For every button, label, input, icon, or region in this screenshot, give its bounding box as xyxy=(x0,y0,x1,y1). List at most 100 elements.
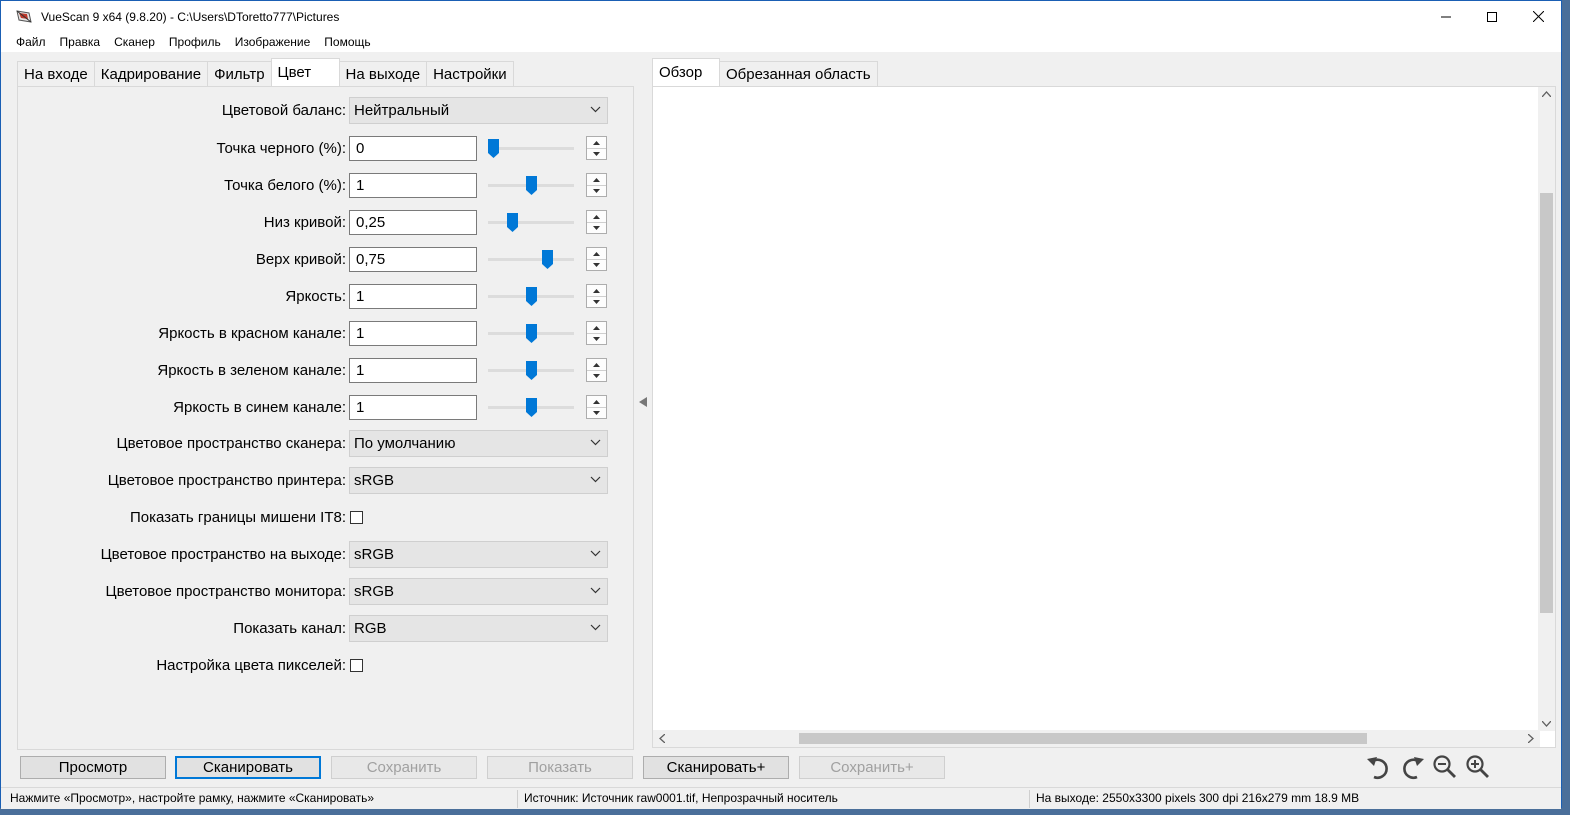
rotate-left-icon[interactable] xyxy=(1364,753,1392,781)
curve-high-spinner[interactable] xyxy=(586,247,607,271)
slider-thumb[interactable] xyxy=(526,361,537,380)
tab-input[interactable]: На входе xyxy=(17,61,95,86)
white-point-slider[interactable] xyxy=(488,172,574,199)
menu-image[interactable]: Изображение xyxy=(228,35,318,49)
collapse-left-icon[interactable] xyxy=(639,397,648,407)
color-balance-select[interactable]: Нейтральный xyxy=(349,97,608,124)
minimize-button[interactable] xyxy=(1423,1,1469,32)
settings-tabs: На входе Кадрирование Фильтр Цвет На вых… xyxy=(17,58,514,86)
tab-crop[interactable]: Кадрирование xyxy=(93,61,209,86)
spin-up-icon xyxy=(593,362,600,367)
menu-help[interactable]: Помощь xyxy=(317,35,377,49)
preview-area[interactable] xyxy=(652,86,1556,748)
menu-profile[interactable]: Профиль xyxy=(162,35,228,49)
curve-low-field[interactable]: 0,25 xyxy=(349,210,477,235)
output-color-space-label: Цветовое пространство на выходе: xyxy=(100,546,346,563)
color-balance-value: Нейтральный xyxy=(354,102,450,119)
spin-down-icon xyxy=(593,374,600,378)
white-point-row: Точка белого (%): 1 xyxy=(18,172,635,200)
slider-thumb[interactable] xyxy=(488,139,499,158)
white-point-spinner[interactable] xyxy=(586,173,607,197)
brightness-red-slider[interactable] xyxy=(488,320,574,347)
curve-high-slider[interactable] xyxy=(488,246,574,273)
horizontal-scroll-thumb[interactable] xyxy=(799,733,1367,744)
spin-down-icon xyxy=(593,226,600,230)
brightness-row: Яркость: 1 xyxy=(18,283,635,311)
brightness-blue-label: Яркость в синем канале: xyxy=(173,399,346,416)
save-button[interactable]: Сохранить xyxy=(331,756,477,779)
show-channel-label: Показать канал: xyxy=(233,620,346,637)
brightness-blue-slider[interactable] xyxy=(488,394,574,421)
brightness-slider[interactable] xyxy=(488,283,574,310)
rotate-right-icon[interactable] xyxy=(1399,753,1427,781)
save-plus-button[interactable]: Сохранить+ xyxy=(799,756,945,779)
zoom-in-icon[interactable] xyxy=(1464,753,1492,781)
brightness-blue-row: Яркость в синем канале: 1 xyxy=(18,394,635,422)
tab-preview[interactable]: Обзор xyxy=(652,58,720,86)
horizontal-scrollbar[interactable] xyxy=(653,730,1540,747)
scroll-left-icon[interactable] xyxy=(659,734,665,743)
brightness-green-slider[interactable] xyxy=(488,357,574,384)
show-it8-checkbox[interactable] xyxy=(350,511,363,524)
menu-scanner[interactable]: Сканер xyxy=(107,35,162,49)
printer-color-space-row: Цветовое пространство принтера: sRGB xyxy=(18,467,635,495)
output-color-space-select[interactable]: sRGB xyxy=(349,541,608,568)
brightness-spinner[interactable] xyxy=(586,284,607,308)
close-button[interactable] xyxy=(1515,1,1561,32)
show-channel-row: Показать канал: RGB xyxy=(18,615,635,643)
chevron-down-icon xyxy=(590,106,601,113)
slider-thumb[interactable] xyxy=(526,287,537,306)
brightness-field[interactable]: 1 xyxy=(349,284,477,309)
minimize-icon xyxy=(1441,16,1451,17)
printer-color-space-select[interactable]: sRGB xyxy=(349,467,608,494)
show-button[interactable]: Показать xyxy=(487,756,633,779)
brightness-red-field[interactable]: 1 xyxy=(349,321,477,346)
menu-edit[interactable]: Правка xyxy=(53,35,108,49)
slider-thumb[interactable] xyxy=(526,398,537,417)
slider-thumb[interactable] xyxy=(542,250,553,269)
tab-output[interactable]: На выходе xyxy=(338,61,428,86)
menu-file[interactable]: Файл xyxy=(9,35,53,49)
scroll-down-icon[interactable] xyxy=(1542,721,1551,727)
show-channel-value: RGB xyxy=(354,620,387,637)
scanner-color-space-select[interactable]: По умолчанию xyxy=(349,430,608,457)
curve-low-spinner[interactable] xyxy=(586,210,607,234)
curve-low-slider[interactable] xyxy=(488,209,574,236)
tab-cropped-area[interactable]: Обрезанная область xyxy=(719,61,878,86)
scan-plus-button[interactable]: Сканировать+ xyxy=(643,756,789,779)
brightness-green-field[interactable]: 1 xyxy=(349,358,477,383)
preview-button[interactable]: Просмотр xyxy=(20,756,166,779)
brightness-blue-spinner[interactable] xyxy=(586,395,607,419)
monitor-color-space-row: Цветовое пространство монитора: sRGB xyxy=(18,578,635,606)
brightness-green-spinner[interactable] xyxy=(586,358,607,382)
tab-prefs[interactable]: Настройки xyxy=(426,61,514,86)
black-point-spinner[interactable] xyxy=(586,136,607,160)
vertical-scrollbar[interactable] xyxy=(1538,87,1555,731)
slider-thumb[interactable] xyxy=(507,213,518,232)
slider-thumb[interactable] xyxy=(526,324,537,343)
tab-color[interactable]: Цвет xyxy=(270,58,340,86)
slider-thumb[interactable] xyxy=(526,176,537,195)
scan-button[interactable]: Сканировать xyxy=(175,756,321,779)
scroll-right-icon[interactable] xyxy=(1528,734,1534,743)
white-point-field[interactable]: 1 xyxy=(349,173,477,198)
preview-tabs: Обзор Обрезанная область xyxy=(652,58,878,86)
maximize-button[interactable] xyxy=(1469,1,1515,32)
curve-high-field[interactable]: 0,75 xyxy=(349,247,477,272)
pixel-color-checkbox[interactable] xyxy=(350,659,363,672)
zoom-out-icon[interactable] xyxy=(1431,753,1459,781)
brightness-red-spinner[interactable] xyxy=(586,321,607,345)
app-logo-icon xyxy=(16,9,32,23)
show-channel-select[interactable]: RGB xyxy=(349,615,608,642)
tab-filter[interactable]: Фильтр xyxy=(207,61,272,86)
scroll-up-icon[interactable] xyxy=(1542,91,1551,97)
black-point-field[interactable]: 0 xyxy=(349,136,477,161)
spin-down-icon xyxy=(593,411,600,415)
brightness-blue-field[interactable]: 1 xyxy=(349,395,477,420)
curve-low-row: Низ кривой: 0,25 xyxy=(18,209,635,237)
black-point-slider[interactable] xyxy=(488,135,574,162)
monitor-color-space-select[interactable]: sRGB xyxy=(349,578,608,605)
scanner-color-space-label: Цветовое пространство сканера: xyxy=(116,435,346,452)
vertical-scroll-thumb[interactable] xyxy=(1540,193,1553,613)
white-point-label: Точка белого (%): xyxy=(224,177,346,194)
